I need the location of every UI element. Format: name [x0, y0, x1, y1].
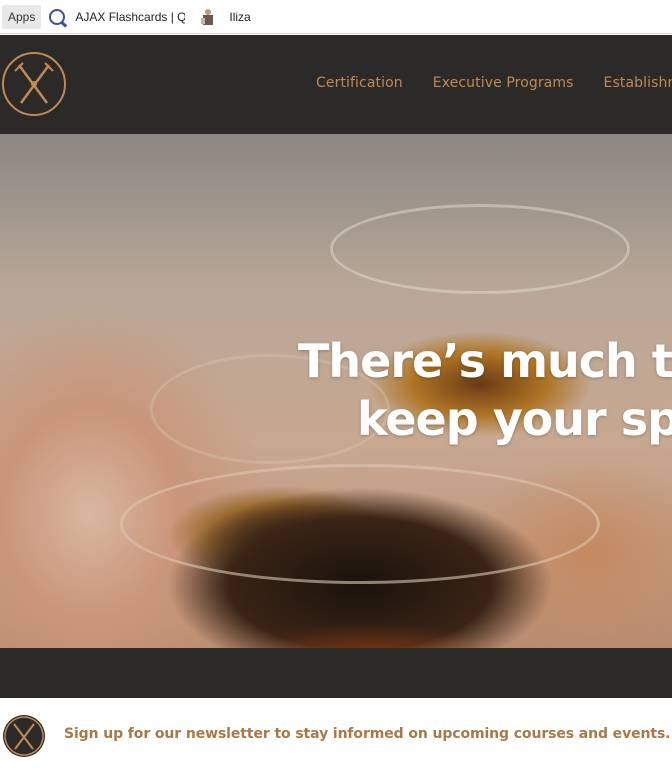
person-favicon-icon: [201, 8, 215, 25]
site-header: Certification Executive Programs Establi…: [0, 35, 672, 134]
hero-headline-line1: There’s much to: [298, 334, 672, 388]
main-nav: Certification Executive Programs Establi…: [316, 75, 672, 91]
bookmark-apps[interactable]: Apps: [2, 4, 42, 29]
hero-banner: There’s much to keep your spi: [0, 134, 672, 648]
hero-headline-line2: keep your spi: [357, 392, 672, 446]
bookmark-iliza[interactable]: Iliza: [193, 8, 251, 25]
bookmark-iliza-label: Iliza: [229, 9, 251, 24]
nav-executive-programs[interactable]: Executive Programs: [433, 75, 574, 91]
quizlet-icon: [49, 8, 66, 25]
crossed-swords-logo-icon[interactable]: [1, 51, 67, 117]
nav-establishments[interactable]: Establishm: [604, 75, 672, 91]
glass-rim-decoration: [330, 204, 630, 294]
nav-certification[interactable]: Certification: [316, 75, 403, 91]
dark-band: [0, 648, 672, 698]
bookmark-apps-label: Apps: [8, 9, 36, 24]
glass-rim-decoration: [120, 464, 600, 584]
newsletter-section: Sign up for our newsletter to stay infor…: [0, 698, 672, 773]
bookmark-ajax-flashcards[interactable]: AJAX Flashcards | Qu: [49, 8, 186, 25]
bookmarks-bar: Apps AJAX Flashcards | Qu Iliza: [0, 0, 672, 34]
newsletter-signup-text[interactable]: Sign up for our newsletter to stay infor…: [64, 726, 671, 742]
bookmark-ajax-label: AJAX Flashcards | Qu: [75, 9, 186, 24]
crossed-swords-logo-icon: [3, 715, 45, 757]
